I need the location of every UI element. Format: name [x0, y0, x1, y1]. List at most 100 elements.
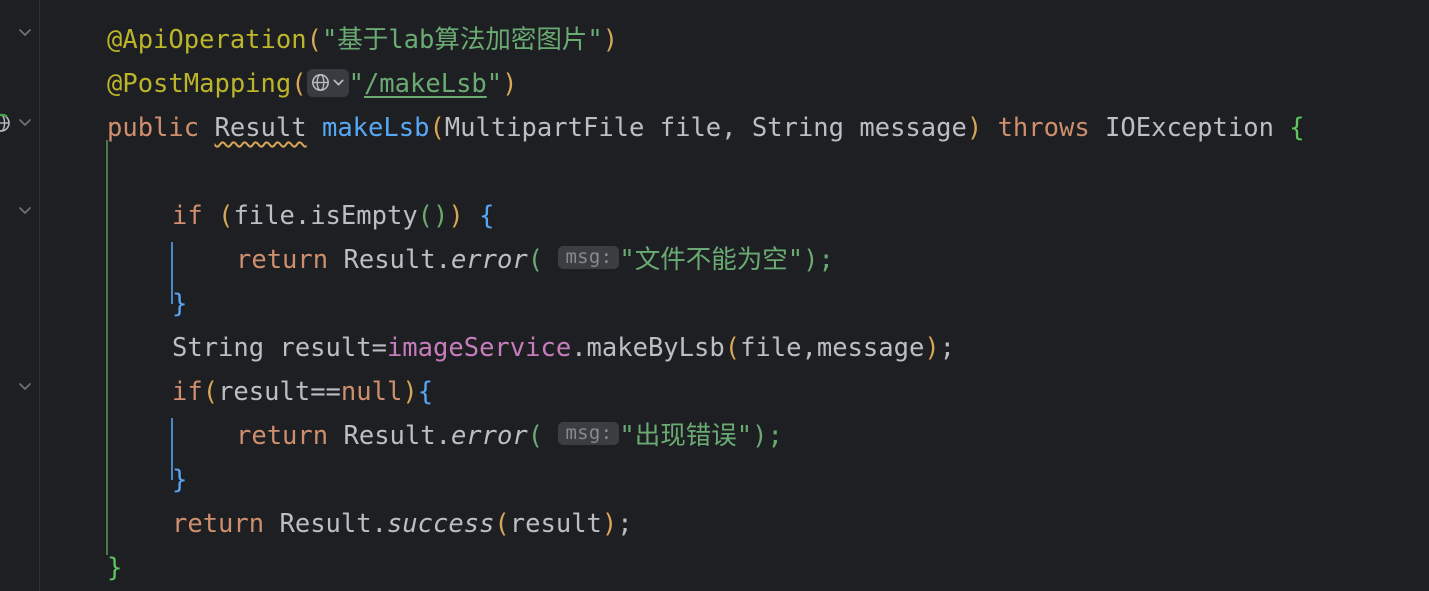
param-type-multipartfile: MultipartFile	[444, 113, 645, 143]
code-line-10[interactable]: return Result.error( msg: "出现错误");	[236, 414, 783, 458]
string-quote-open: "	[348, 69, 364, 99]
code-content[interactable]: @ApiOperation("基于lab算法加密图片") @PostMappin…	[41, 10, 1429, 591]
var-result: result=	[264, 333, 387, 363]
method-error: error	[450, 421, 528, 451]
method-success: success	[386, 509, 495, 539]
paren-close: )	[601, 509, 618, 539]
paren-open: (	[218, 201, 234, 231]
keyword-if: if	[172, 201, 203, 231]
code-line-11[interactable]: }	[172, 458, 187, 502]
globe-icon[interactable]	[0, 113, 11, 133]
param-name-file: file	[659, 113, 722, 143]
editor-gutter[interactable]	[0, 0, 40, 591]
paren-open: (	[306, 25, 322, 55]
var-result: result	[218, 377, 311, 407]
brace-open: {	[417, 377, 434, 407]
keyword-return: return	[172, 509, 265, 539]
keyword-return: return	[236, 245, 329, 275]
args-file-message: file,message	[740, 333, 925, 363]
keyword-public: public	[107, 113, 200, 143]
fold-arrow-method[interactable]	[15, 112, 35, 132]
semicolon: ;	[617, 509, 633, 539]
class-result: Result.	[343, 421, 451, 451]
url-mapping-badge[interactable]	[306, 69, 349, 97]
code-line-8[interactable]: String result=imageService.makeByLsb(fil…	[172, 326, 955, 370]
class-result: Result.	[343, 245, 451, 275]
paren-open: (	[494, 509, 510, 539]
paren-close: )	[803, 245, 819, 275]
fold-arrow-if-empty[interactable]	[15, 200, 35, 220]
code-line-1[interactable]: @ApiOperation("基于lab算法加密图片")	[107, 18, 618, 62]
method-makebylsb: makeByLsb	[586, 333, 725, 363]
paren-open: (	[291, 69, 307, 99]
field-imageservice: imageService	[386, 333, 572, 363]
exception-ioexception: IOException	[1105, 113, 1274, 143]
code-line-6[interactable]: return Result.error( msg: "文件不能为空");	[236, 238, 834, 282]
paren-open: (	[527, 421, 544, 451]
type-string: String	[172, 333, 265, 363]
editor-top-strip-main	[40, 0, 1429, 10]
paren-open: (	[429, 113, 445, 143]
code-line-2[interactable]: @PostMapping("/makeLsb")	[107, 62, 518, 106]
fold-arrow-if-null[interactable]	[15, 376, 35, 396]
semicolon: ;	[818, 245, 834, 275]
method-error: error	[450, 245, 528, 275]
brace-close-matched: }	[107, 553, 123, 583]
class-result: Result.	[279, 509, 387, 539]
code-editor[interactable]: @ApiOperation("基于lab算法加密图片") @PostMappin…	[0, 0, 1429, 591]
paren-open: (	[527, 245, 544, 275]
paren-close: )	[502, 69, 518, 99]
annotation-apioperation: @ApiOperation	[107, 25, 307, 55]
arg-result: result	[509, 509, 602, 539]
literal-null: null	[340, 377, 403, 407]
chevron-down-icon	[333, 79, 344, 85]
paren-close: )	[966, 113, 983, 143]
brace-open: {	[479, 201, 495, 231]
keyword-return: return	[236, 421, 329, 451]
code-line-3[interactable]: public Result makeLsb(MultipartFile file…	[107, 106, 1305, 150]
param-type-string: String	[751, 113, 845, 143]
paren-close: )	[602, 25, 619, 55]
code-line-12[interactable]: return Result.success(result);	[172, 502, 633, 546]
inlay-hint-msg[interactable]: msg:	[558, 246, 620, 269]
fold-arrow-annotation[interactable]	[15, 22, 35, 42]
code-line-9[interactable]: if(result==null){	[172, 370, 433, 414]
brace-close: }	[172, 465, 188, 495]
operator-equals: ==	[310, 377, 341, 407]
keyword-if: if	[172, 377, 203, 407]
code-line-5[interactable]: if (file.isEmpty()) {	[172, 194, 494, 238]
method-body-bar	[106, 140, 108, 555]
paren-close: )	[924, 333, 940, 363]
string-literal-error-occurred: "出现错误"	[619, 421, 753, 451]
paren-open: (	[202, 377, 219, 407]
paren-inner: ()	[417, 201, 449, 231]
string-literal-apioperation: "基于lab算法加密图片"	[321, 25, 603, 55]
string-quote-close: "	[486, 69, 503, 99]
brace-close: }	[172, 289, 188, 319]
url-mapping-link[interactable]: /makeLsb	[364, 69, 487, 99]
paren-close: )	[402, 377, 418, 407]
code-line-7[interactable]: }	[172, 282, 187, 326]
semicolon: ;	[767, 421, 783, 451]
semicolon: ;	[939, 333, 956, 363]
inlay-hint-msg[interactable]: msg:	[558, 422, 620, 445]
type-result: Result	[214, 113, 307, 143]
paren-close: )	[752, 421, 768, 451]
string-literal-error-empty: "文件不能为空"	[619, 245, 804, 275]
code-line-13[interactable]: }	[107, 546, 122, 590]
brace-open-matched: {	[1289, 113, 1305, 143]
